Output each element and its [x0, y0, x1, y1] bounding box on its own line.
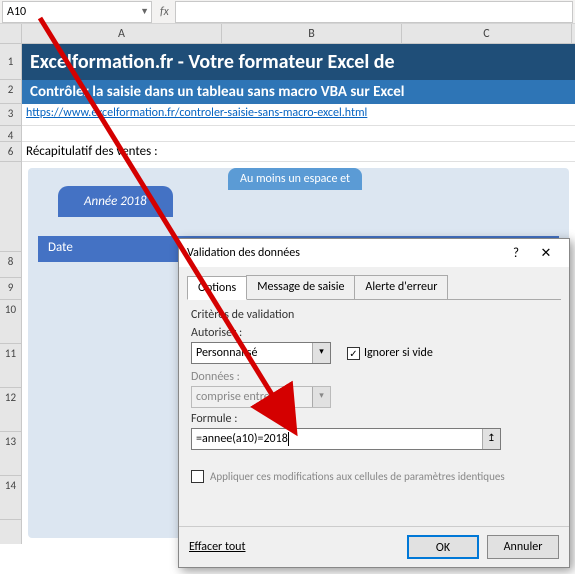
- chevron-down-icon[interactable]: ▾: [312, 343, 330, 363]
- title-banner: Excelformation.fr - Votre formateur Exce…: [22, 44, 575, 80]
- name-box-value: A10: [7, 5, 26, 19]
- row-header[interactable]: 10: [0, 300, 21, 344]
- row-headers: 1 2 3 4 6 8 9 10 11 12 13 14: [0, 44, 22, 544]
- row-header[interactable]: 3: [0, 104, 21, 126]
- row-header[interactable]: 6: [0, 142, 21, 162]
- row-header[interactable]: 2: [0, 80, 21, 104]
- ok-button[interactable]: OK: [407, 535, 479, 559]
- tab-input-message[interactable]: Message de saisie: [246, 275, 355, 299]
- row-header[interactable]: 1: [0, 44, 21, 80]
- formula-field-value: =annee(a10)=2018: [196, 432, 288, 446]
- row-header[interactable]: [0, 162, 21, 252]
- cancel-button[interactable]: Annuler: [487, 535, 559, 559]
- dialog-footer: Effacer tout OK Annuler: [179, 526, 569, 567]
- formula-input[interactable]: [175, 1, 573, 23]
- apply-changes-checkbox[interactable]: Appliquer ces modifications aux cellules…: [191, 470, 557, 483]
- ignore-blank-label: Ignorer si vide: [364, 346, 433, 360]
- allow-combo-value: Personnalisé: [196, 346, 257, 360]
- name-box[interactable]: A10 ▼: [2, 1, 152, 23]
- text-cursor: [288, 432, 289, 446]
- checkbox-unchecked-icon: [191, 470, 204, 483]
- recap-label: Récapitulatif des ventes :: [22, 142, 575, 162]
- dialog-title-text: Validation des données: [187, 246, 300, 260]
- column-header-c[interactable]: C: [402, 24, 572, 43]
- data-combo: comprise entre ▾: [191, 386, 331, 408]
- allow-label: Autoriser :: [191, 326, 557, 340]
- row-header[interactable]: 12: [0, 388, 21, 432]
- row-header[interactable]: 13: [0, 432, 21, 476]
- tutorial-link[interactable]: https://www.excelformation.fr/controler-…: [22, 104, 575, 126]
- formula-field[interactable]: =annee(a10)=2018 ↥: [191, 428, 501, 450]
- row-header[interactable]: 4: [0, 126, 21, 142]
- column-header-a[interactable]: A: [22, 24, 222, 43]
- tab-options[interactable]: Options: [187, 276, 247, 300]
- year-tab: Année 2018: [58, 186, 173, 217]
- note-tab: Au moins un espace et: [228, 168, 362, 190]
- formula-bar: A10 ▼ fx: [0, 0, 575, 24]
- select-all-corner[interactable]: [0, 24, 22, 43]
- help-button[interactable]: ?: [501, 246, 531, 261]
- name-box-dropdown-icon[interactable]: ▼: [140, 6, 149, 17]
- apply-changes-label: Appliquer ces modifications aux cellules…: [210, 470, 505, 483]
- range-select-icon[interactable]: ↥: [482, 429, 500, 449]
- criteria-group-label: Critères de validation: [191, 308, 557, 322]
- ignore-blank-checkbox[interactable]: ✓ Ignorer si vide: [347, 346, 433, 360]
- column-headers: A B C: [0, 24, 575, 44]
- data-combo-value: comprise entre: [196, 390, 270, 404]
- dialog-titlebar[interactable]: Validation des données ? ✕: [179, 239, 569, 267]
- blank-row: [22, 126, 575, 142]
- checkbox-checked-icon: ✓: [347, 347, 360, 360]
- dialog-tabs: Options Message de saisie Alerte d'erreu…: [187, 275, 561, 300]
- row-header[interactable]: 9: [0, 278, 21, 300]
- data-label: Données :: [191, 370, 557, 384]
- formula-label: Formule :: [191, 412, 557, 426]
- dialog-body: Critères de validation Autoriser : Perso…: [179, 300, 569, 491]
- row-header[interactable]: 8: [0, 252, 21, 278]
- close-icon[interactable]: ✕: [531, 246, 561, 261]
- clear-all-button[interactable]: Effacer tout: [189, 540, 246, 554]
- data-validation-dialog: Validation des données ? ✕ Options Messa…: [178, 238, 570, 568]
- row-header[interactable]: 14: [0, 476, 21, 520]
- chevron-down-icon: ▾: [312, 387, 330, 407]
- row-header[interactable]: 11: [0, 344, 21, 388]
- column-header-b[interactable]: B: [222, 24, 402, 43]
- subtitle-banner: Contrôler la saisie dans un tableau sans…: [22, 80, 575, 104]
- fx-icon[interactable]: fx: [160, 5, 169, 19]
- tab-error-alert[interactable]: Alerte d'erreur: [354, 275, 448, 299]
- allow-combo[interactable]: Personnalisé ▾: [191, 342, 331, 364]
